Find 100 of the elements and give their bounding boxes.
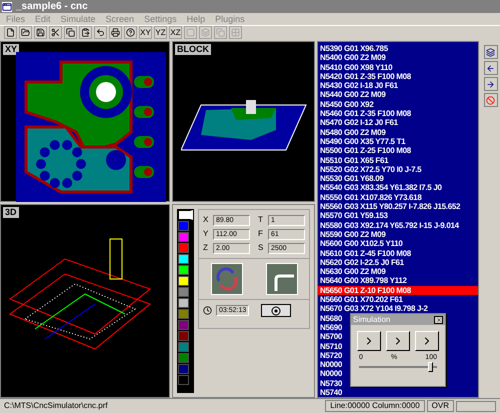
color-swatch[interactable] xyxy=(178,309,189,319)
color-swatch[interactable] xyxy=(178,232,189,242)
code-line[interactable]: N5560 G03 X115 Y80.257 I-7.826 J15.652 xyxy=(318,202,478,212)
app-icon xyxy=(2,2,12,12)
code-line[interactable]: N5390 G01 X96.785 xyxy=(318,44,478,54)
color-swatch[interactable] xyxy=(178,287,189,297)
code-line[interactable]: N5430 G02 I-18 J0 F61 xyxy=(318,81,478,90)
windows-button[interactable] xyxy=(484,45,498,59)
paste-button[interactable] xyxy=(79,26,92,39)
code-line[interactable]: N5470 G02 I-12 J0 F61 xyxy=(318,118,478,128)
code-line[interactable]: N5580 G03 X92.174 Y65.792 I-15 J-9.014 xyxy=(318,220,478,230)
code-line[interactable]: N5660 G01 X70.202 F61 xyxy=(318,295,478,304)
code-line[interactable]: N5600 G00 X102.5 Y110 xyxy=(318,239,478,249)
folder-button[interactable] xyxy=(19,26,32,39)
color-swatch[interactable] xyxy=(178,254,189,264)
print-button[interactable] xyxy=(109,26,122,39)
close-button[interactable] xyxy=(434,316,443,324)
new-file-icon xyxy=(6,28,15,37)
color-swatch[interactable] xyxy=(178,331,189,341)
view-label: 3D xyxy=(3,207,19,218)
arrow-right-icon xyxy=(486,80,495,88)
code-line[interactable]: N5500 G01 Z-25 F100 M08 xyxy=(318,146,478,156)
save-button[interactable] xyxy=(34,26,47,39)
status-path: C:\MTS\CncSimulator\cnc.prf xyxy=(4,401,109,411)
speed-slider[interactable] xyxy=(359,362,437,372)
stop-icon xyxy=(486,96,495,104)
axis-label: F xyxy=(258,228,264,240)
rotate-arrows-icon[interactable] xyxy=(210,263,242,295)
code-line[interactable]: N5570 G01 Y59.153 xyxy=(318,211,478,221)
view-button[interactable]: YZ xyxy=(154,26,167,39)
code-line[interactable]: N5550 G01 X107.826 Y73.618 xyxy=(318,192,478,202)
copy-button[interactable] xyxy=(64,26,77,39)
color-swatch[interactable] xyxy=(178,320,189,330)
code-line[interactable]: N5540 G03 X83.354 Y61.382 I7.5 J0 xyxy=(318,183,478,193)
status-position: Line:00000 Column:0000 xyxy=(325,400,425,412)
view-button[interactable]: XY xyxy=(139,26,152,39)
color-swatch[interactable] xyxy=(178,298,189,308)
window-title: _sample6 - cnc xyxy=(16,0,88,12)
color-swatch[interactable] xyxy=(178,364,189,374)
status-mode: OVR xyxy=(426,400,454,412)
color-swatch[interactable] xyxy=(178,375,189,385)
color-swatch[interactable] xyxy=(178,265,189,275)
view-label: BLOCK xyxy=(175,44,211,55)
axis-label: T xyxy=(258,214,264,226)
help-button[interactable] xyxy=(124,26,137,39)
view-label: XY xyxy=(3,44,20,55)
status-panel xyxy=(456,400,496,412)
paste-icon xyxy=(81,28,90,37)
close-icon xyxy=(436,316,442,322)
axis-label: Y xyxy=(203,228,209,240)
code-line[interactable]: N5420 G01 Z-35 F100 M08 xyxy=(318,72,478,82)
code-line[interactable]: N5620 G02 I-22.5 J0 F61 xyxy=(318,258,478,268)
help-icon xyxy=(126,28,135,37)
previous-button[interactable] xyxy=(484,61,498,75)
code-line[interactable]: N5410 G00 X98 Y110 xyxy=(318,62,478,72)
tool-bend-icon[interactable] xyxy=(266,263,298,295)
color-swatch[interactable] xyxy=(178,221,189,231)
step-block-button[interactable] xyxy=(386,331,410,351)
next-button[interactable] xyxy=(484,77,498,91)
new-file-button[interactable] xyxy=(4,26,17,39)
code-line[interactable]: N5530 G01 Y68.09 xyxy=(318,174,478,184)
cut-icon xyxy=(51,28,60,37)
code-line[interactable]: N5440 G00 Z2 M09 xyxy=(318,90,478,100)
code-line[interactable]: N5450 G00 X92 xyxy=(318,100,478,110)
layers-icon xyxy=(486,48,495,56)
cut-button[interactable] xyxy=(49,26,62,39)
code-line[interactable]: N5610 G01 Z-45 F100 M08 xyxy=(318,248,478,258)
save-icon xyxy=(36,28,45,37)
code-line[interactable]: N5640 G00 X89.798 Y112 xyxy=(318,276,478,286)
arrow-left-icon xyxy=(486,64,495,72)
code-line[interactable]: N5520 G02 X72.5 Y70 I0 J-7.5 xyxy=(318,164,478,174)
copy-icon xyxy=(66,28,75,37)
code-line[interactable]: N5590 G00 Z2 M09 xyxy=(318,230,478,240)
code-line[interactable]: N5460 G01 Z-35 F100 M08 xyxy=(318,109,478,118)
color-swatch[interactable] xyxy=(178,210,193,220)
undo-button[interactable] xyxy=(94,26,107,39)
slider-thumb[interactable] xyxy=(428,362,434,372)
folder-icon xyxy=(21,28,30,37)
grid-icon xyxy=(231,28,240,37)
code-line[interactable]: N5630 G00 Z2 M09 xyxy=(318,267,478,276)
view-button[interactable]: XZ xyxy=(169,26,182,39)
print-icon xyxy=(111,28,120,37)
color-swatch[interactable] xyxy=(178,276,189,286)
undo-icon xyxy=(96,28,105,37)
axis-label: Z xyxy=(203,242,209,254)
record-button[interactable] xyxy=(261,304,292,317)
code-line[interactable]: N5510 G01 X65 F61 xyxy=(318,156,478,165)
code-line[interactable]: N5740 xyxy=(318,388,478,398)
color-swatch[interactable] xyxy=(178,353,189,363)
axis-label: X xyxy=(203,214,209,226)
color-swatch[interactable] xyxy=(178,243,189,253)
code-line[interactable]: N5670 G03 X72 Y104 I9.798 J-2 xyxy=(318,304,478,314)
square-icon xyxy=(186,28,195,37)
step-button[interactable] xyxy=(357,331,382,351)
code-line[interactable]: N5480 G00 Z2 M09 xyxy=(318,128,478,137)
clock-icon xyxy=(203,306,212,315)
color-swatch[interactable] xyxy=(178,342,189,352)
code-line[interactable]: N5400 G00 Z2 M09 xyxy=(318,53,478,63)
run-button[interactable] xyxy=(414,331,439,351)
code-line[interactable]: N5490 G00 X35 Y77.5 T1 xyxy=(318,136,478,146)
